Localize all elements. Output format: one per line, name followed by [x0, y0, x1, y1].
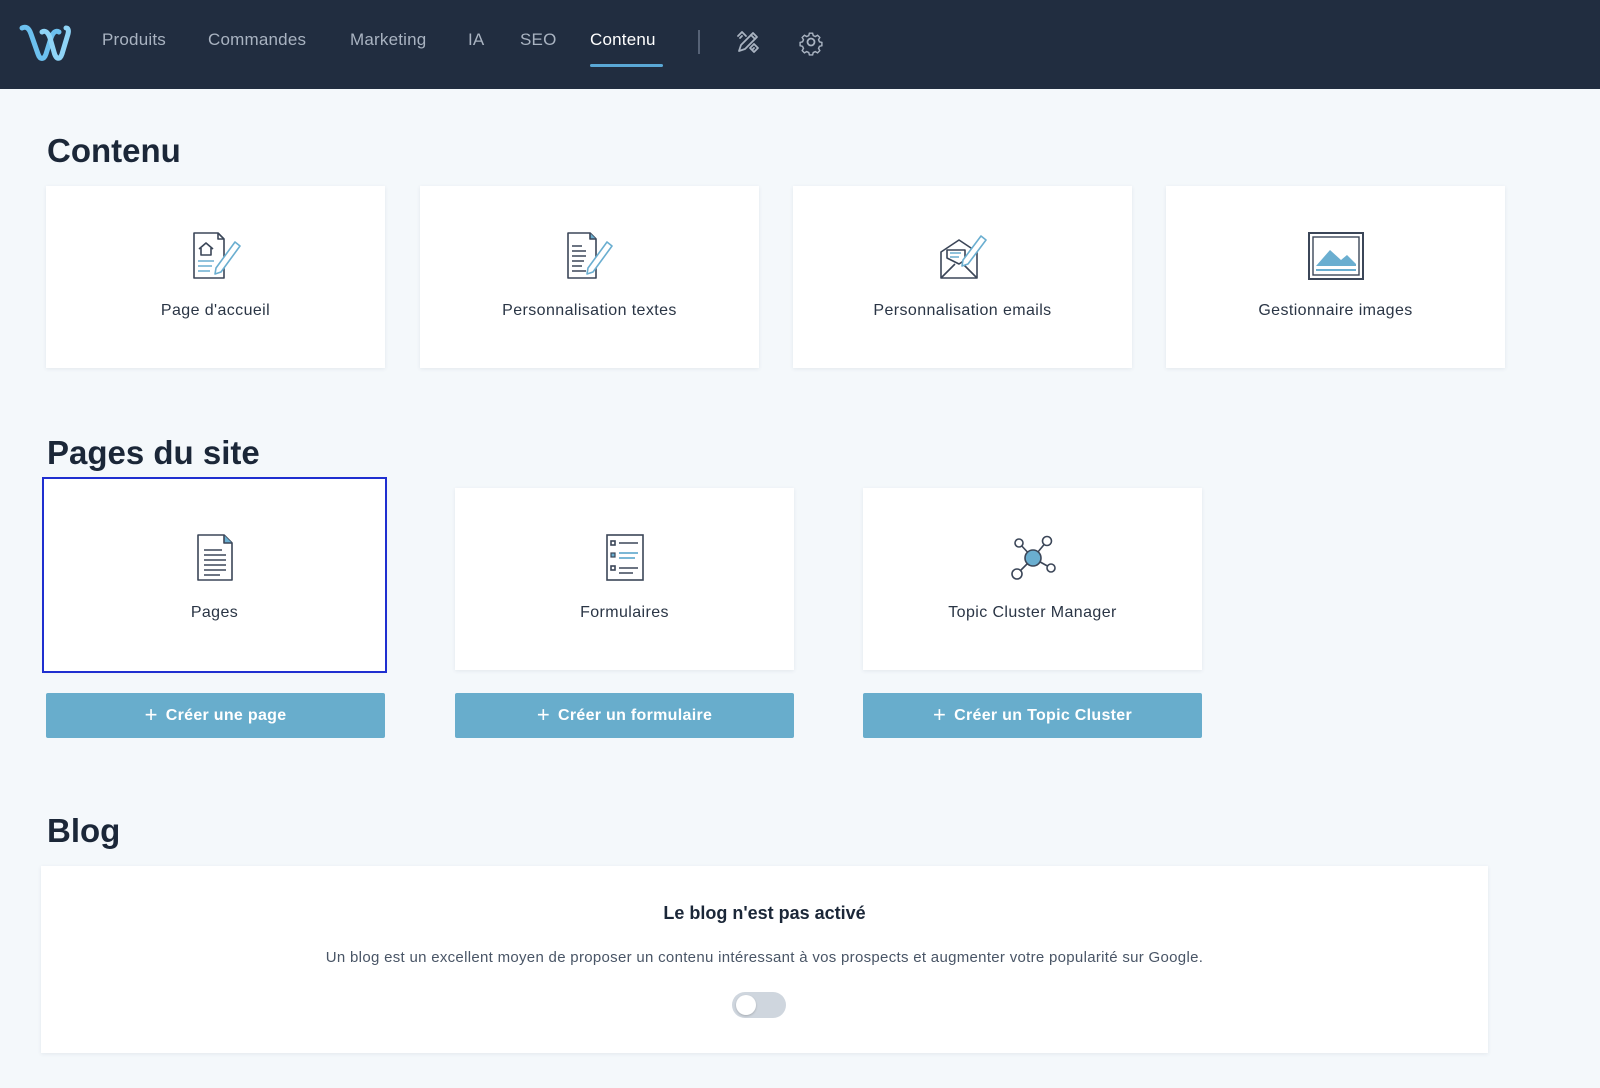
plus-icon: +	[932, 701, 947, 727]
nav-divider	[698, 30, 700, 54]
card-page-accueil[interactable]: Page d'accueil	[46, 186, 385, 368]
plus-icon: +	[536, 701, 550, 727]
card-topic-cluster-manager[interactable]: Topic Cluster Manager	[863, 488, 1202, 670]
blog-activation-toggle[interactable]	[732, 992, 786, 1018]
nav-item-marketing[interactable]: Marketing	[350, 30, 426, 54]
image-icon	[1307, 232, 1364, 280]
create-form-button[interactable]: + Créer un formulaire	[455, 693, 794, 738]
card-label: Gestionnaire images	[1258, 302, 1413, 319]
nav-item-produits[interactable]: Produits	[102, 30, 166, 54]
topic-cluster-icon	[1010, 535, 1056, 580]
card-personnalisation-textes[interactable]: Personnalisation textes	[420, 186, 759, 368]
card-gestionnaire-images[interactable]: Gestionnaire images	[1166, 186, 1505, 368]
section-title-pages-du-site: Pages du site	[47, 434, 260, 471]
gear-icon[interactable]	[797, 28, 825, 56]
card-label: Topic Cluster Manager	[948, 604, 1117, 621]
nav-item-ia[interactable]: IA	[468, 30, 484, 54]
homepage-edit-icon	[192, 232, 241, 279]
page-icon	[196, 534, 233, 581]
nav-item-seo[interactable]: SEO	[520, 30, 557, 54]
plus-icon: +	[144, 701, 158, 727]
card-label: Pages	[190, 604, 239, 621]
active-tab-indicator	[590, 64, 663, 67]
button-label: Créer une page	[165, 706, 287, 724]
blog-description: Un blog est un excellent moyen de propos…	[325, 949, 1204, 966]
top-navigation-bar: Produits Commandes Marketing IA SEO Cont…	[0, 0, 1600, 89]
toggle-knob	[736, 995, 756, 1015]
card-pages[interactable]: Pages	[42, 477, 387, 673]
create-topic-cluster-button[interactable]: + Créer un Topic Cluster	[863, 693, 1202, 738]
button-label: Créer un Topic Cluster	[954, 706, 1133, 724]
blog-status-title: Le blog n'est pas activé	[663, 903, 866, 923]
nav-item-contenu[interactable]: Contenu	[590, 30, 656, 54]
card-formulaires[interactable]: Formulaires	[455, 488, 794, 670]
card-label: Personnalisation textes	[502, 302, 677, 319]
w-logo-icon[interactable]	[18, 20, 74, 64]
card-personnalisation-emails[interactable]: Personnalisation emails	[793, 186, 1132, 368]
card-label: Formulaires	[580, 604, 669, 621]
button-label: Créer un formulaire	[557, 706, 713, 724]
blog-panel: Le blog n'est pas activé Un blog est un …	[41, 866, 1488, 1053]
card-label: Personnalisation emails	[873, 302, 1052, 319]
create-page-button[interactable]: + Créer une page	[46, 693, 385, 738]
document-edit-icon	[566, 232, 613, 279]
design-tools-icon[interactable]	[734, 28, 762, 56]
card-label: Page d'accueil	[160, 302, 271, 319]
form-icon	[605, 534, 644, 581]
section-title-blog: Blog	[47, 812, 121, 849]
email-edit-icon	[939, 235, 987, 279]
nav-item-commandes[interactable]: Commandes	[208, 30, 306, 54]
section-title-contenu: Contenu	[47, 132, 181, 169]
